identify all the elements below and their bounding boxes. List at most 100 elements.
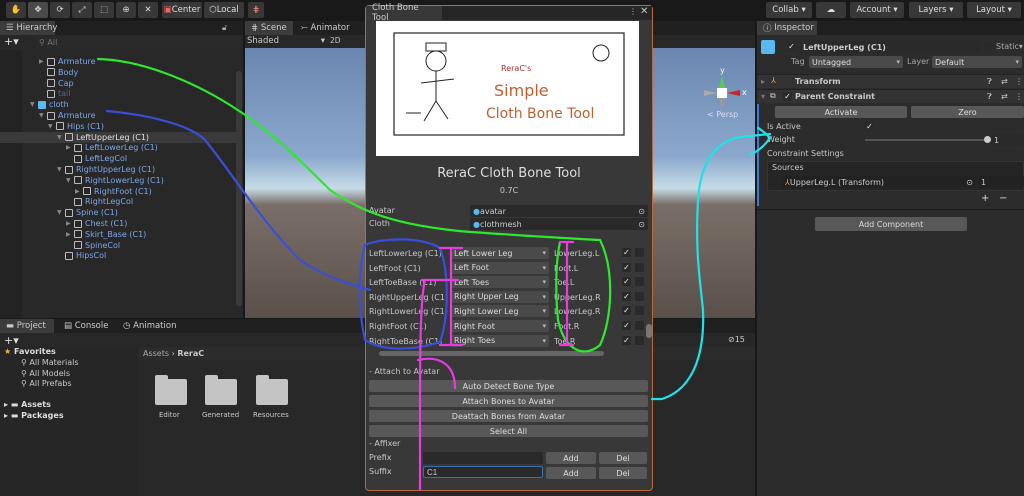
add-source-button[interactable]: +	[981, 193, 989, 204]
pivot-center-button[interactable]: ▣ Center	[162, 2, 202, 18]
transform-tool-button[interactable]: ⊕	[116, 2, 136, 18]
favorite-all-models[interactable]: ⚲ All Models	[21, 369, 70, 378]
window-menu-icon[interactable]: ⋮	[629, 7, 637, 16]
bone-enabled-checkbox[interactable]: ✓	[622, 335, 631, 345]
cloth-object-field[interactable]: ● clothmesh ⊙	[470, 218, 648, 230]
bone-enabled-checkbox[interactable]: ✓	[622, 262, 631, 272]
object-picker-icon[interactable]: ⊙	[638, 220, 645, 229]
hidden-packages-count[interactable]: ⊘15	[728, 335, 745, 344]
collapse-arrow-icon[interactable]: ▶	[66, 231, 74, 238]
hierarchy-item[interactable]: ▼ Armature	[0, 110, 236, 121]
suffix-del-button[interactable]: Del	[599, 467, 647, 479]
bone-type-dropdown[interactable]: Left Lower Leg	[451, 247, 549, 259]
favorite-all-prefabs[interactable]: ⚲ All Prefabs	[21, 379, 72, 388]
breadcrumb-rerac[interactable]: ReraC	[177, 349, 204, 358]
hierarchy-item[interactable]: ▼ RightLowerLeg (C1)	[0, 175, 236, 186]
tag-dropdown[interactable]: Untagged	[809, 56, 903, 68]
bone-extra-checkbox[interactable]	[635, 335, 644, 345]
expand-arrow-icon[interactable]: ▼	[66, 177, 74, 184]
tab-animator[interactable]: ⤚ Animator	[295, 21, 357, 35]
hierarchy-item[interactable]: tail	[0, 88, 236, 99]
hand-tool-button[interactable]: ✋	[6, 2, 26, 18]
expand-arrow-icon[interactable]: ▼	[57, 134, 65, 141]
lock-icon[interactable]: 🔓︎	[222, 23, 227, 33]
create-asset-button[interactable]: +▾	[4, 334, 19, 347]
expand-arrow-icon[interactable]: ▼	[57, 209, 65, 216]
shading-dropdown[interactable]: Shaded ▾	[247, 36, 325, 46]
suffix-input[interactable]	[423, 466, 543, 478]
bone-table-vscroll[interactable]	[646, 246, 652, 346]
help-icon[interactable]: ❓︎	[987, 77, 992, 87]
hierarchy-item[interactable]: ▶ RightFoot (C1)	[0, 186, 236, 197]
rect-tool-button[interactable]: ⬚	[94, 2, 114, 18]
add-component-button[interactable]: Add Component	[815, 217, 967, 231]
tab-project[interactable]: ▬ Project	[0, 319, 54, 333]
grid-snap-button[interactable]: ⋕	[248, 2, 264, 18]
remove-source-button[interactable]: −	[999, 193, 1007, 204]
expand-arrow-icon[interactable]: ▼	[48, 123, 56, 130]
collapse-arrow-icon[interactable]: ▶	[66, 220, 74, 227]
layers-dropdown[interactable]: Layers ▾	[909, 2, 963, 18]
bone-extra-checkbox[interactable]	[635, 321, 644, 330]
prefix-del-button[interactable]: Del	[599, 452, 647, 464]
constraint-enabled-checkbox[interactable]: ✓	[783, 92, 792, 101]
is-active-checkbox[interactable]: ✓	[865, 122, 874, 131]
assets-folder[interactable]: ▸ ▬ Assets	[4, 400, 51, 409]
bone-type-dropdown[interactable]: Right Foot	[451, 320, 549, 332]
close-icon[interactable]: ✕	[640, 6, 648, 17]
prefix-add-button[interactable]: Add	[546, 452, 596, 464]
bone-enabled-checkbox[interactable]: ✓	[622, 291, 631, 301]
constraint-settings-foldout[interactable]: Constraint Settings	[767, 149, 844, 158]
bone-enabled-checkbox[interactable]: ✓	[622, 306, 631, 316]
more-icon[interactable]: ⋮	[1015, 92, 1023, 101]
expand-arrow-icon[interactable]: ▼	[39, 112, 47, 119]
tab-inspector[interactable]: ⓘ Inspector	[757, 21, 817, 35]
bone-enabled-checkbox[interactable]: ✓	[622, 248, 631, 257]
bone-extra-checkbox[interactable]	[635, 306, 644, 316]
tab-scene[interactable]: ⋕ Scene	[245, 21, 293, 35]
hierarchy-search-input[interactable]: ⚲ All	[36, 37, 241, 48]
weight-input[interactable]: 1	[991, 134, 1024, 146]
static-checkbox[interactable]	[984, 42, 993, 51]
scale-tool-button[interactable]: ⤢	[72, 2, 92, 18]
source-weight-input[interactable]: 1	[978, 176, 1024, 188]
rotate-tool-button[interactable]: ⟳	[50, 2, 70, 18]
weight-slider[interactable]	[865, 136, 991, 143]
pivot-local-button[interactable]: ⬡ Local	[204, 2, 244, 18]
deattach-bones-button[interactable]: Deattach Bones from Avatar	[369, 410, 648, 422]
avatar-object-field[interactable]: ● avatar ⊙	[470, 205, 648, 217]
tab-hierarchy[interactable]: ☰ Hierarchy	[0, 21, 57, 35]
attach-section-header[interactable]: - Attach to Avatar	[369, 367, 440, 376]
object-picker-icon[interactable]: ⊙	[966, 178, 973, 187]
affixer-section-header[interactable]: - Affixer	[369, 439, 400, 448]
add-object-button[interactable]: +▾	[4, 35, 19, 48]
bone-extra-checkbox[interactable]	[635, 277, 644, 287]
bone-extra-checkbox[interactable]	[635, 262, 644, 272]
hierarchy-item[interactable]: Body	[0, 67, 236, 78]
transform-component-header[interactable]: ▸ ⅄ Transform ❓︎ ⇄ ⋮	[757, 74, 1024, 88]
move-tool-button[interactable]: ✥	[28, 2, 48, 18]
bone-extra-checkbox[interactable]	[635, 248, 644, 257]
hierarchy-scrollbar[interactable]	[236, 71, 242, 306]
hierarchy-item[interactable]: RightLegCol	[0, 196, 236, 207]
cloud-button[interactable]: ☁	[816, 2, 846, 18]
window-title-tab[interactable]: Cloth Bone Tool	[366, 3, 442, 23]
collab-button[interactable]: Collab ▾	[766, 2, 812, 18]
attach-bones-button[interactable]: Attach Bones to Avatar	[369, 395, 648, 407]
auto-detect-bone-type-button[interactable]: Auto Detect Bone Type	[369, 380, 648, 392]
custom-tool-button[interactable]: ✕	[138, 2, 158, 18]
packages-folder[interactable]: ▸ ▬ Packages	[4, 411, 64, 420]
help-icon[interactable]: ❓︎	[987, 92, 992, 102]
bone-type-dropdown[interactable]: Right Lower Leg	[451, 305, 549, 318]
favorites-folder[interactable]: ★ Favorites	[4, 347, 56, 356]
hierarchy-item[interactable]: ▶ Armature	[0, 56, 236, 67]
hierarchy-item[interactable]: ▼ RightUpperLeg (C1)	[0, 164, 236, 175]
settings-icon[interactable]: ⇄	[1001, 92, 1008, 101]
tab-console[interactable]: ▤ Console	[58, 319, 108, 333]
collapse-arrow-icon[interactable]: ▶	[75, 188, 83, 195]
bone-type-dropdown[interactable]: Left Foot	[451, 261, 549, 274]
collapse-arrow-icon[interactable]: ▶	[66, 144, 74, 151]
hierarchy-item[interactable]: ▶ Chest (C1)	[0, 218, 236, 229]
zero-button[interactable]: Zero	[911, 106, 1024, 118]
2d-toggle[interactable]: 2D	[330, 36, 341, 45]
